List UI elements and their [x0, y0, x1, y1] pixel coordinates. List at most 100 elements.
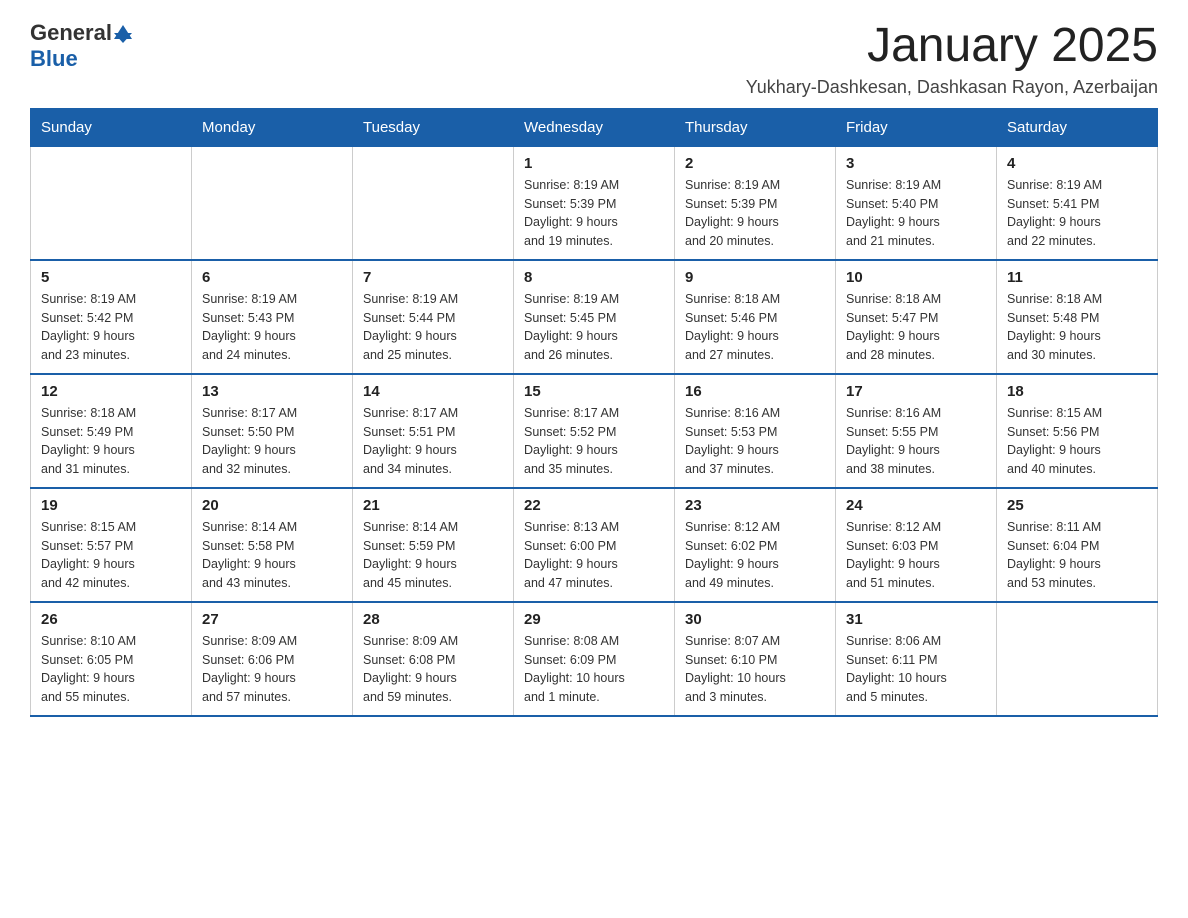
day-cell: 22 Sunrise: 8:13 AMSunset: 6:00 PMDayligh… — [514, 488, 675, 602]
day-cell — [192, 146, 353, 260]
day-info: Sunrise: 8:16 AMSunset: 5:53 PMDaylight:… — [685, 404, 825, 479]
weekday-header-friday: Friday — [836, 108, 997, 146]
day-cell — [353, 146, 514, 260]
day-cell: 7 Sunrise: 8:19 AMSunset: 5:44 PMDaylight… — [353, 260, 514, 374]
day-number: 15 — [524, 383, 664, 400]
day-cell: 17 Sunrise: 8:16 AMSunset: 5:55 PMDayligh… — [836, 374, 997, 488]
day-info: Sunrise: 8:15 AMSunset: 5:57 PMDaylight:… — [41, 518, 181, 593]
day-number: 28 — [363, 611, 503, 628]
week-row-5: 26Sunrise: 8:10 AMSunset: 6:05 PMDayligh… — [31, 602, 1158, 716]
day-number: 10 — [846, 269, 986, 286]
day-info: Sunrise: 8:08 AMSunset: 6:09 PMDaylight:… — [524, 632, 664, 707]
day-info: Sunrise: 8:18 AMSunset: 5:48 PMDaylight:… — [1007, 290, 1147, 365]
day-cell — [31, 146, 192, 260]
day-number: 11 — [1007, 269, 1147, 286]
day-number: 9 — [685, 269, 825, 286]
day-number: 16 — [685, 383, 825, 400]
week-row-1: 1 Sunrise: 8:19 AMSunset: 5:39 PMDaylight… — [31, 146, 1158, 260]
day-cell: 10 Sunrise: 8:18 AMSunset: 5:47 PMDayligh… — [836, 260, 997, 374]
day-number: 21 — [363, 497, 503, 514]
day-info: Sunrise: 8:19 AMSunset: 5:41 PMDaylight:… — [1007, 176, 1147, 251]
week-row-4: 19Sunrise: 8:15 AMSunset: 5:57 PMDayligh… — [31, 488, 1158, 602]
day-cell: 26Sunrise: 8:10 AMSunset: 6:05 PMDayligh… — [31, 602, 192, 716]
day-cell: 5Sunrise: 8:19 AMSunset: 5:42 PMDaylight… — [31, 260, 192, 374]
logo-blue-text: Blue — [30, 46, 78, 72]
day-cell: 31 Sunrise: 8:06 AMSunset: 6:11 PMDayligh… — [836, 602, 997, 716]
day-number: 1 — [524, 155, 664, 172]
day-cell: 23 Sunrise: 8:12 AMSunset: 6:02 PMDayligh… — [675, 488, 836, 602]
day-info: Sunrise: 8:18 AMSunset: 5:49 PMDaylight:… — [41, 404, 181, 479]
weekday-header-monday: Monday — [192, 108, 353, 146]
day-info: Sunrise: 8:19 AMSunset: 5:40 PMDaylight:… — [846, 176, 986, 251]
day-cell: 24Sunrise: 8:12 AMSunset: 6:03 PMDayligh… — [836, 488, 997, 602]
day-cell: 8 Sunrise: 8:19 AMSunset: 5:45 PMDaylight… — [514, 260, 675, 374]
day-cell: 20 Sunrise: 8:14 AMSunset: 5:58 PMDayligh… — [192, 488, 353, 602]
location-subtitle: Yukhary-Dashkesan, Dashkasan Rayon, Azer… — [746, 77, 1158, 98]
title-block: January 2025 Yukhary-Dashkesan, Dashkasa… — [746, 20, 1158, 98]
day-info: Sunrise: 8:19 AMSunset: 5:39 PMDaylight:… — [685, 176, 825, 251]
day-number: 17 — [846, 383, 986, 400]
week-row-3: 12Sunrise: 8:18 AMSunset: 5:49 PMDayligh… — [31, 374, 1158, 488]
day-number: 27 — [202, 611, 342, 628]
day-number: 4 — [1007, 155, 1147, 172]
day-number: 29 — [524, 611, 664, 628]
day-cell: 1 Sunrise: 8:19 AMSunset: 5:39 PMDaylight… — [514, 146, 675, 260]
day-info: Sunrise: 8:09 AMSunset: 6:08 PMDaylight:… — [363, 632, 503, 707]
day-number: 3 — [846, 155, 986, 172]
day-info: Sunrise: 8:18 AMSunset: 5:47 PMDaylight:… — [846, 290, 986, 365]
day-number: 30 — [685, 611, 825, 628]
week-row-2: 5Sunrise: 8:19 AMSunset: 5:42 PMDaylight… — [31, 260, 1158, 374]
day-number: 23 — [685, 497, 825, 514]
day-number: 2 — [685, 155, 825, 172]
day-cell: 15 Sunrise: 8:17 AMSunset: 5:52 PMDayligh… — [514, 374, 675, 488]
day-number: 18 — [1007, 383, 1147, 400]
day-cell — [997, 602, 1158, 716]
day-info: Sunrise: 8:19 AMSunset: 5:39 PMDaylight:… — [524, 176, 664, 251]
day-info: Sunrise: 8:19 AMSunset: 5:44 PMDaylight:… — [363, 290, 503, 365]
day-number: 31 — [846, 611, 986, 628]
day-cell: 30Sunrise: 8:07 AMSunset: 6:10 PMDayligh… — [675, 602, 836, 716]
day-number: 8 — [524, 269, 664, 286]
day-cell: 9Sunrise: 8:18 AMSunset: 5:46 PMDaylight… — [675, 260, 836, 374]
day-cell: 29 Sunrise: 8:08 AMSunset: 6:09 PMDayligh… — [514, 602, 675, 716]
weekday-header-wednesday: Wednesday — [514, 108, 675, 146]
day-info: Sunrise: 8:17 AMSunset: 5:50 PMDaylight:… — [202, 404, 342, 479]
day-cell: 11 Sunrise: 8:18 AMSunset: 5:48 PMDayligh… — [997, 260, 1158, 374]
day-cell: 6Sunrise: 8:19 AMSunset: 5:43 PMDaylight… — [192, 260, 353, 374]
day-cell: 27Sunrise: 8:09 AMSunset: 6:06 PMDayligh… — [192, 602, 353, 716]
month-year-title: January 2025 — [746, 20, 1158, 73]
day-cell: 21 Sunrise: 8:14 AMSunset: 5:59 PMDayligh… — [353, 488, 514, 602]
day-number: 5 — [41, 269, 181, 286]
day-cell: 16 Sunrise: 8:16 AMSunset: 5:53 PMDayligh… — [675, 374, 836, 488]
day-info: Sunrise: 8:19 AMSunset: 5:43 PMDaylight:… — [202, 290, 342, 365]
day-info: Sunrise: 8:14 AMSunset: 5:59 PMDaylight:… — [363, 518, 503, 593]
day-cell: 3 Sunrise: 8:19 AMSunset: 5:40 PMDaylight… — [836, 146, 997, 260]
day-cell: 18 Sunrise: 8:15 AMSunset: 5:56 PMDayligh… — [997, 374, 1158, 488]
calendar-table: SundayMondayTuesdayWednesdayThursdayFrid… — [30, 108, 1158, 717]
day-number: 26 — [41, 611, 181, 628]
day-cell: 12Sunrise: 8:18 AMSunset: 5:49 PMDayligh… — [31, 374, 192, 488]
day-cell: 2 Sunrise: 8:19 AMSunset: 5:39 PMDaylight… — [675, 146, 836, 260]
day-info: Sunrise: 8:11 AMSunset: 6:04 PMDaylight:… — [1007, 518, 1147, 593]
day-number: 20 — [202, 497, 342, 514]
day-number: 7 — [363, 269, 503, 286]
day-number: 14 — [363, 383, 503, 400]
day-info: Sunrise: 8:19 AMSunset: 5:45 PMDaylight:… — [524, 290, 664, 365]
page-header: General Blue January 2025 Yukhary-Dashke… — [30, 20, 1158, 98]
weekday-header-sunday: Sunday — [31, 108, 192, 146]
day-info: Sunrise: 8:15 AMSunset: 5:56 PMDaylight:… — [1007, 404, 1147, 479]
day-cell: 28 Sunrise: 8:09 AMSunset: 6:08 PMDayligh… — [353, 602, 514, 716]
day-cell: 19Sunrise: 8:15 AMSunset: 5:57 PMDayligh… — [31, 488, 192, 602]
day-info: Sunrise: 8:06 AMSunset: 6:11 PMDaylight:… — [846, 632, 986, 707]
day-info: Sunrise: 8:17 AMSunset: 5:51 PMDaylight:… — [363, 404, 503, 479]
day-info: Sunrise: 8:13 AMSunset: 6:00 PMDaylight:… — [524, 518, 664, 593]
day-info: Sunrise: 8:16 AMSunset: 5:55 PMDaylight:… — [846, 404, 986, 479]
weekday-header-thursday: Thursday — [675, 108, 836, 146]
day-info: Sunrise: 8:12 AMSunset: 6:02 PMDaylight:… — [685, 518, 825, 593]
day-info: Sunrise: 8:14 AMSunset: 5:58 PMDaylight:… — [202, 518, 342, 593]
day-number: 22 — [524, 497, 664, 514]
day-cell: 25Sunrise: 8:11 AMSunset: 6:04 PMDayligh… — [997, 488, 1158, 602]
logo: General Blue — [30, 20, 132, 72]
day-info: Sunrise: 8:17 AMSunset: 5:52 PMDaylight:… — [524, 404, 664, 479]
weekday-header-tuesday: Tuesday — [353, 108, 514, 146]
